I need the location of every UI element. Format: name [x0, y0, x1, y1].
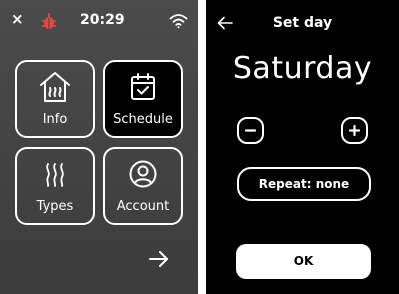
set-day-screen: Set day Saturday Repeat: none OK	[206, 0, 399, 294]
increment-day-button[interactable]	[341, 117, 368, 144]
types-tile-label: Types	[36, 199, 74, 214]
info-tile-label: Info	[42, 112, 68, 127]
account-tile-label: Account	[116, 199, 170, 214]
status-time: 20:29	[80, 12, 125, 28]
schedule-tile-label: Schedule	[113, 112, 173, 127]
user-icon	[129, 160, 157, 188]
arrow-right-icon[interactable]	[148, 250, 170, 268]
types-tile[interactable]: Types	[15, 147, 95, 225]
selected-day: Saturday	[232, 51, 373, 86]
page-title: Set day	[272, 15, 333, 31]
bug-icon	[42, 13, 56, 29]
ok-button[interactable]: OK	[236, 244, 371, 279]
close-icon[interactable]: ×	[11, 12, 24, 27]
info-tile[interactable]: Info	[15, 60, 95, 138]
heat-waves-icon	[46, 163, 64, 187]
main-menu-screen: × 20:29 Info Schedule Types Account	[0, 0, 198, 294]
decrement-day-button[interactable]	[237, 117, 264, 144]
calendar-check-icon	[131, 73, 155, 100]
account-tile[interactable]: Account	[103, 147, 183, 225]
repeat-button[interactable]: Repeat: none	[237, 167, 371, 201]
minus-icon	[244, 129, 257, 132]
schedule-tile[interactable]: Schedule	[103, 60, 183, 138]
house-heating-icon	[40, 72, 70, 102]
wifi-icon	[169, 14, 188, 29]
plus-icon	[348, 124, 361, 137]
